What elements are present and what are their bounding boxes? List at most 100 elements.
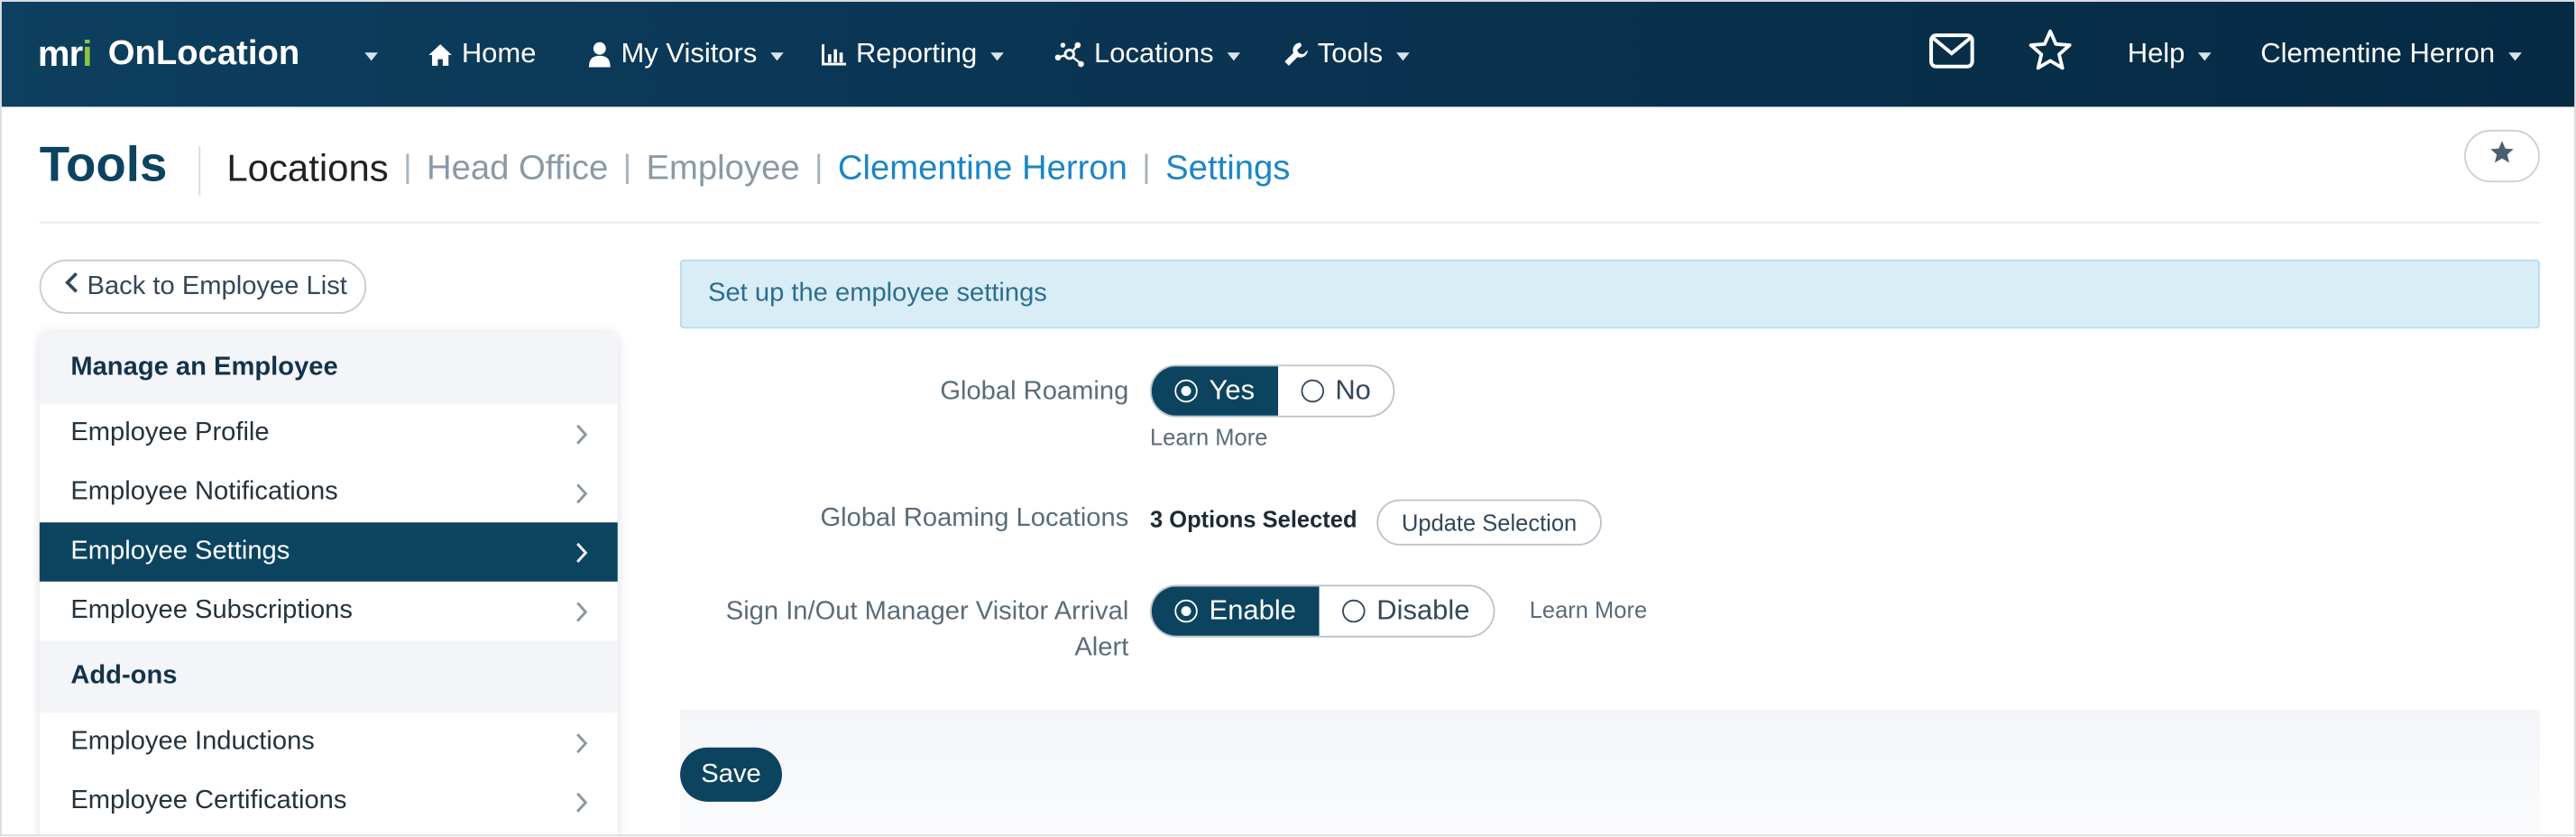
breadcrumb-separator: | — [1142, 149, 1151, 186]
option-label: Disable — [1376, 594, 1470, 626]
app-root: mri OnLocation Home My Visitors Reportin… — [0, 0, 2576, 837]
arrival-alert-label: Sign In/Out Manager Visitor Arrival Aler… — [726, 594, 1129, 667]
menu-item-label: Employee Certifications — [70, 786, 347, 815]
global-roaming-no-option[interactable]: No — [1278, 366, 1394, 416]
chevron-down-icon — [1395, 51, 1410, 60]
chevron-right-icon — [575, 542, 588, 572]
chevron-down-icon — [364, 51, 378, 60]
messages-button[interactable] — [1928, 2, 1974, 107]
breadcrumb-settings[interactable]: Settings — [1165, 149, 1290, 189]
breadcrumb-employee: Employee — [646, 148, 800, 187]
brand-menu-dropdown[interactable] — [352, 2, 378, 107]
arrival-alert-label-line1: Sign In/Out Manager Visitor Arrival — [725, 597, 1129, 626]
chevron-right-icon — [575, 792, 588, 822]
chevron-right-icon — [575, 602, 588, 631]
menu-item-label: Employee Profile — [70, 418, 270, 447]
option-label: No — [1335, 374, 1371, 406]
star-icon — [2489, 139, 2515, 173]
global-roaming-learn-more-link[interactable]: Learn More — [1150, 424, 1267, 450]
menu-section-manage: Manage an Employee — [39, 331, 618, 405]
breadcrumb-separator: | — [622, 149, 632, 186]
nav-tools-label: Tools — [1317, 37, 1384, 69]
user-menu[interactable]: Clementine Herron — [2260, 2, 2522, 107]
update-selection-button[interactable]: Update Selection — [1376, 499, 1602, 546]
breadcrumb-person[interactable]: Clementine Herron — [838, 149, 1127, 189]
breadcrumb-separator: | — [814, 149, 823, 186]
save-button[interactable]: Save — [680, 747, 782, 802]
info-banner: Set up the employee settings — [680, 259, 2540, 329]
arrival-alert-disable-option[interactable]: Disable — [1319, 586, 1493, 636]
menu-item-employee-profile[interactable]: Employee Profile — [40, 404, 618, 464]
form-footer — [680, 709, 2540, 835]
breadcrumb-head-office: Head Office — [426, 148, 609, 187]
chevron-down-icon — [989, 51, 1004, 60]
page-title: Tools — [39, 137, 168, 193]
bar-chart-icon — [822, 41, 848, 68]
global-roaming-toggle[interactable]: Yes No — [1149, 364, 1396, 418]
home-icon — [428, 41, 454, 68]
add-favorite-button[interactable] — [2464, 129, 2540, 183]
chevron-left-icon — [64, 271, 78, 303]
menu-item-employee-certifications[interactable]: Employee Certifications — [40, 772, 618, 832]
top-nav-bar: mri OnLocation Home My Visitors Reportin… — [1, 1, 2575, 107]
menu-item-employee-notifications[interactable]: Employee Notifications — [40, 464, 618, 523]
menu-item-label: Employee Inductions — [70, 727, 315, 756]
brand-name: OnLocation — [107, 34, 300, 73]
option-label: Enable — [1209, 594, 1296, 626]
menu-section-addons: Add-ons — [39, 640, 618, 713]
arrival-alert-toggle[interactable]: Enable Disable — [1149, 584, 1495, 638]
global-roaming-label: Global Roaming — [940, 377, 1129, 406]
radio-selected-icon — [1174, 599, 1198, 623]
nav-reporting-label: Reporting — [855, 37, 978, 69]
nav-help-label: Help — [2127, 37, 2185, 69]
nav-locations[interactable]: Locations — [1053, 2, 1240, 107]
favorites-button[interactable] — [2028, 2, 2074, 107]
global-roaming-locations-label: Global Roaming Locations — [820, 504, 1129, 533]
nav-locations-label: Locations — [1094, 37, 1214, 69]
chevron-right-icon — [575, 483, 588, 512]
header-divider — [39, 221, 2540, 224]
breadcrumb: Locations | Head Office | Employee | Cle… — [226, 146, 1290, 190]
chevron-down-icon — [1227, 51, 1240, 60]
chevron-down-icon — [2197, 51, 2212, 60]
chevron-down-icon — [2507, 51, 2522, 60]
global-roaming-yes-option[interactable]: Yes — [1151, 366, 1278, 416]
mri-logo: mri — [37, 32, 93, 74]
arrival-alert-learn-more-link[interactable]: Learn More — [1530, 596, 1647, 622]
chevron-down-icon — [769, 51, 784, 60]
back-label: Back to Employee List — [87, 271, 347, 300]
nav-home-label: Home — [461, 37, 537, 69]
user-name: Clementine Herron — [2260, 37, 2496, 69]
brand-logo[interactable]: mri OnLocation — [38, 2, 299, 107]
network-icon — [1053, 41, 1086, 68]
menu-item-employee-inductions[interactable]: Employee Inductions — [40, 713, 618, 772]
arrival-alert-enable-option[interactable]: Enable — [1151, 586, 1320, 636]
user-icon — [586, 41, 612, 68]
menu-item-employee-subscriptions[interactable]: Employee Subscriptions — [40, 582, 618, 641]
menu-item-label: Employee Notifications — [70, 478, 338, 506]
chevron-right-icon — [575, 732, 588, 762]
breadcrumb-separator: | — [403, 149, 412, 186]
radio-selected-icon — [1174, 379, 1198, 403]
nav-home[interactable]: Home — [428, 2, 537, 107]
roaming-locations-selected-count: 3 Options Selected — [1149, 505, 1357, 533]
nav-my-visitors[interactable]: My Visitors — [586, 2, 784, 107]
back-to-employee-list-button[interactable]: Back to Employee List — [39, 259, 367, 314]
nav-tools[interactable]: Tools — [1283, 2, 1410, 107]
menu-item-employee-settings[interactable]: Employee Settings — [39, 522, 618, 582]
radio-empty-icon — [1341, 599, 1366, 623]
title-divider — [198, 146, 201, 196]
chevron-right-icon — [575, 424, 588, 454]
radio-empty-icon — [1301, 379, 1324, 403]
wrench-icon — [1283, 41, 1310, 68]
option-label: Yes — [1209, 374, 1256, 406]
nav-reporting[interactable]: Reporting — [822, 2, 1004, 107]
nav-my-visitors-label: My Visitors — [621, 37, 758, 69]
menu-item-label: Employee Subscriptions — [70, 596, 353, 625]
employee-menu: Manage an Employee Employee Profile Empl… — [39, 331, 618, 835]
nav-help[interactable]: Help — [2128, 2, 2212, 107]
menu-item-label: Employee Settings — [70, 537, 290, 566]
star-icon — [2028, 28, 2074, 80]
breadcrumb-locations: Locations — [226, 146, 389, 189]
envelope-icon — [1928, 32, 1974, 77]
